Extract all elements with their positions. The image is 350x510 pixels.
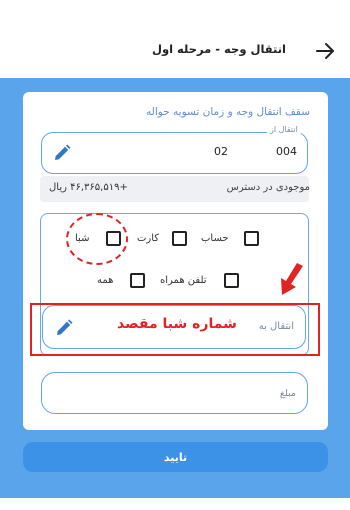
checkbox-card[interactable]: [172, 231, 187, 246]
checkbox-all-label: همه: [97, 275, 114, 286]
amount-input[interactable]: [41, 372, 308, 414]
account-number: 004: [276, 145, 297, 158]
app-header: [0, 0, 350, 78]
sheba-annotation-circle: [66, 213, 128, 265]
page-title: انتقال وجه - مرحله اول: [151, 42, 286, 56]
checkbox-account[interactable]: [244, 231, 259, 246]
balance-label: موجودی در دسترس: [226, 182, 310, 193]
arrow-right-icon[interactable]: [312, 38, 338, 64]
checkbox-mobile-label: تلفن همراه: [160, 275, 207, 286]
checkbox-account-label: حساب: [201, 233, 229, 244]
checkbox-all[interactable]: [130, 273, 145, 288]
pencil-icon[interactable]: [54, 318, 74, 338]
checkbox-mobile[interactable]: [224, 273, 239, 288]
balance-value: +۴۶,۳۶۵,۵۱۹ ریال: [49, 182, 128, 193]
amount-placeholder: مبلغ: [279, 388, 296, 399]
pencil-icon[interactable]: [52, 143, 72, 163]
limits-link[interactable]: سقف انتقال وجه و زمان تسویه حواله: [146, 106, 310, 118]
checkbox-card-label: کارت: [137, 233, 160, 244]
annotation-arrow-icon: [281, 263, 303, 295]
to-account-label: انتقال به: [258, 321, 294, 332]
confirm-button[interactable]: تایید: [23, 442, 328, 472]
destination-sheba-note: شماره شبا مقصد: [117, 316, 237, 332]
account-branch-code: 02: [214, 145, 228, 158]
from-account-field[interactable]: [41, 132, 308, 174]
from-account-label: انتقال از: [267, 125, 301, 134]
